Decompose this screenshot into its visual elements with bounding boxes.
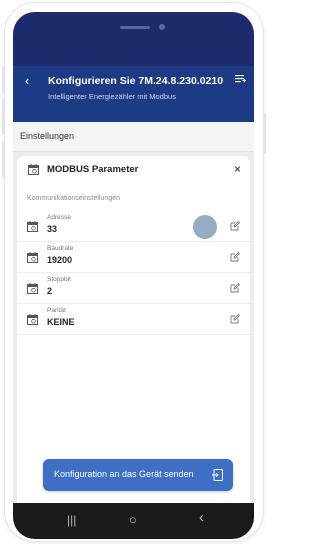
back-arrow-icon[interactable]: ‹ <box>25 74 29 88</box>
touch-indicator <box>193 215 217 239</box>
settings-label: Einstellungen <box>20 131 75 141</box>
edit-icon[interactable] <box>230 314 240 324</box>
back-button[interactable]: ‹ <box>199 510 204 525</box>
phone-screen: ‹ Konfigurieren Sie 7M.24.8.230.0210 Int… <box>13 12 254 539</box>
parameter-label: Baudrate <box>47 245 74 252</box>
edit-icon[interactable] <box>230 252 240 262</box>
edit-icon[interactable] <box>230 221 240 231</box>
send-to-device-icon <box>212 469 223 481</box>
section-label: Kommunikationseinstellungen <box>27 195 120 202</box>
calendar-icon <box>27 252 38 263</box>
phone-power-button <box>263 113 266 153</box>
parameter-value: 33 <box>47 224 58 234</box>
parameter-row-paritaet[interactable]: Parität KEINE <box>17 304 250 335</box>
parameter-row-stoppbit[interactable]: Stoppbit 2 <box>17 273 250 304</box>
page-subtitle: Intelligenter Energiezähler mit Modbus <box>48 92 176 101</box>
recents-button[interactable]: ||| <box>67 513 76 527</box>
parameter-value: 19200 <box>47 255 73 265</box>
phone-volume-up-button <box>2 99 5 135</box>
edit-icon[interactable] <box>230 283 240 293</box>
sheet-title: MODBUS Parameter <box>47 164 139 175</box>
settings-section-bar[interactable]: Einstellungen <box>13 122 254 152</box>
parameter-label: Stoppbit <box>47 276 71 283</box>
phone-side-button <box>2 67 5 93</box>
sheet-header: MODBUS Parameter × <box>17 156 250 186</box>
calendar-icon <box>27 314 38 325</box>
home-button[interactable]: ○ <box>129 513 137 527</box>
front-camera <box>159 24 165 30</box>
parameter-value: KEINE <box>47 317 75 327</box>
calendar-icon <box>28 164 39 175</box>
close-icon[interactable]: × <box>234 162 241 176</box>
menu-icon[interactable] <box>235 74 246 85</box>
app-bar: ‹ Konfigurieren Sie 7M.24.8.230.0210 Int… <box>13 66 254 122</box>
parameter-label: Adresse <box>47 214 71 221</box>
send-button-label: Konfiguration an das Gerät senden <box>54 469 194 479</box>
send-configuration-button[interactable]: Konfiguration an das Gerät senden <box>43 459 233 491</box>
page-title: Konfigurieren Sie 7M.24.8.230.0210 <box>48 75 224 87</box>
parameter-value: 2 <box>47 286 53 296</box>
android-nav-bar: ||| ○ ‹ <box>13 503 254 539</box>
phone-volume-down-button <box>2 141 5 177</box>
calendar-icon <box>27 221 38 232</box>
speaker <box>120 26 150 29</box>
parameter-label: Parität <box>47 307 66 314</box>
parameter-row-baudrate[interactable]: Baudrate 19200 <box>17 242 250 273</box>
calendar-icon <box>27 283 38 294</box>
status-bar <box>13 12 254 66</box>
